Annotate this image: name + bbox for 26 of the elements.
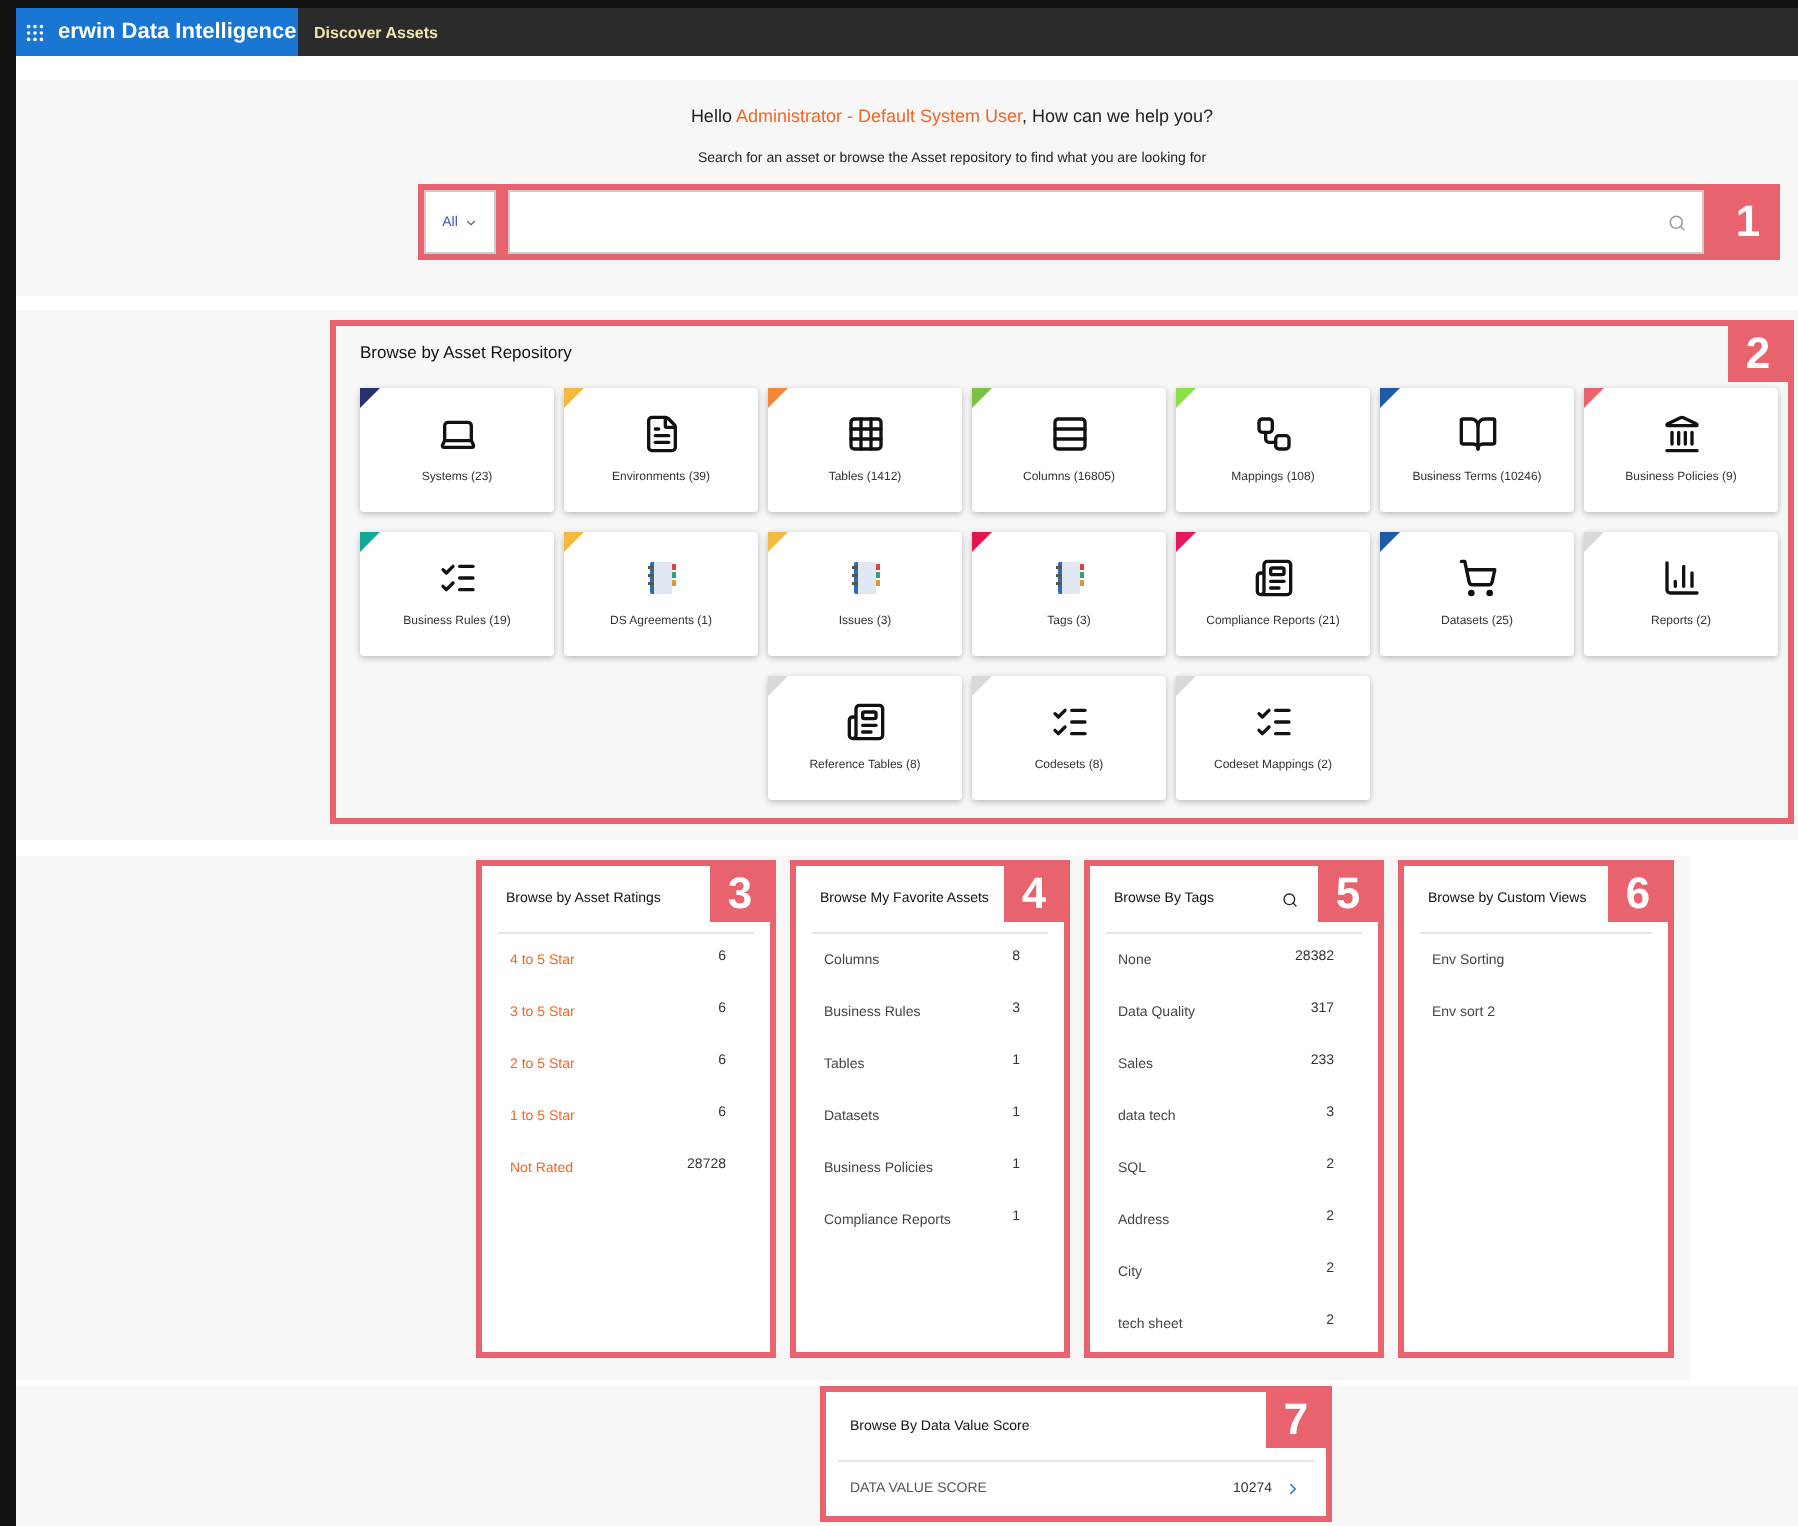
callout-number: 4 xyxy=(1004,866,1064,922)
callout-number: 1 xyxy=(1733,194,1763,250)
callout-number: 3 xyxy=(710,866,770,922)
cart-icon xyxy=(1457,558,1497,598)
greeting-text: Hello Administrator - Default System User, How can we help you? xyxy=(690,106,1214,126)
callout-number: 5 xyxy=(1318,866,1378,922)
search-field[interactable] xyxy=(508,190,1704,254)
book-icon xyxy=(1457,414,1497,454)
caret-icon xyxy=(463,215,478,229)
table-icon xyxy=(845,414,885,454)
section-title: Browse by Asset Repository xyxy=(360,342,572,362)
mapping-icon xyxy=(1253,414,1293,454)
report-icon xyxy=(1253,558,1293,598)
callout-number: 7 xyxy=(1266,1392,1326,1448)
bank-icon xyxy=(1661,414,1701,454)
callout-number: 6 xyxy=(1608,866,1668,922)
columns-icon xyxy=(1049,414,1089,454)
bar-chart-icon xyxy=(1661,558,1701,598)
chevron-right-icon[interactable] xyxy=(1284,1479,1302,1497)
search-icon[interactable] xyxy=(1282,891,1298,907)
nav-link[interactable]: Discover Assets xyxy=(298,8,454,56)
document-icon xyxy=(641,414,681,454)
report-icon xyxy=(845,702,885,742)
app-grid-icon[interactable] xyxy=(24,21,46,43)
callout-number: 2 xyxy=(1728,326,1788,382)
app-title: erwin Data Intelligence xyxy=(58,20,297,44)
